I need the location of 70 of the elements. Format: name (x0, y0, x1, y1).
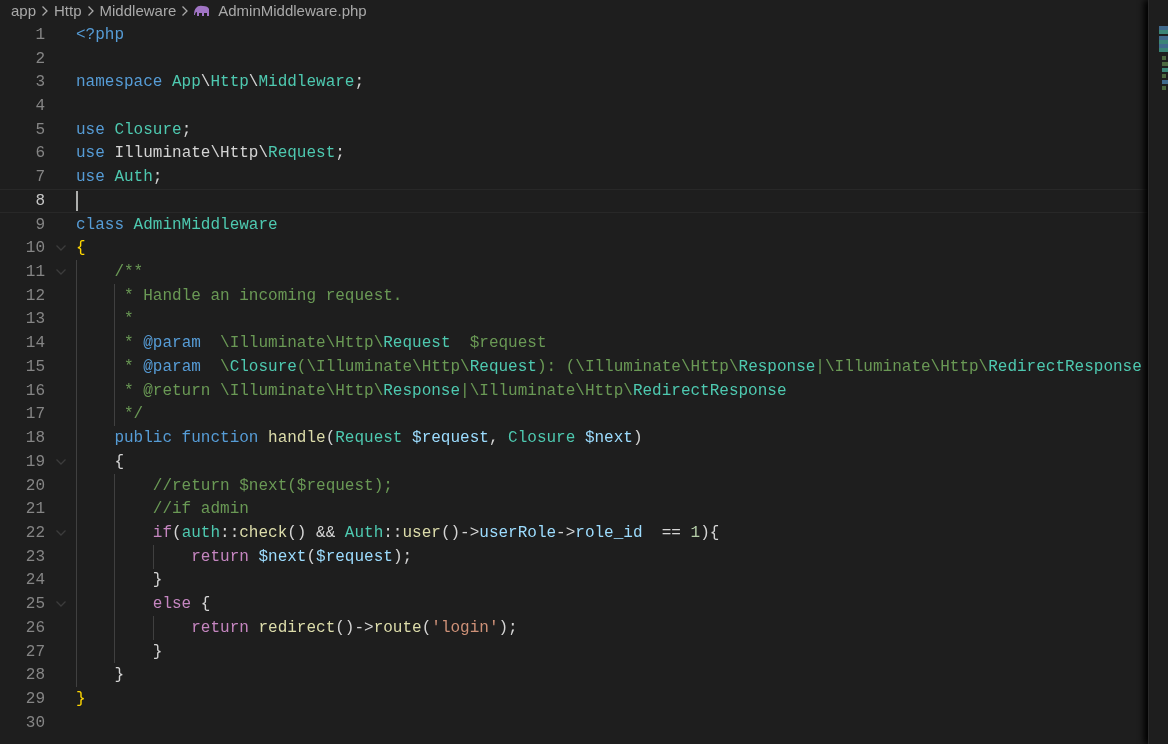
line-number: 1 (34, 24, 45, 46)
line-number: 28 (24, 665, 45, 687)
line-number: 2 (34, 48, 45, 70)
line-number: 18 (24, 428, 45, 450)
chevron-right-icon (41, 5, 50, 17)
code-line: * @param \Closure(\Illuminate\Http\Request): (\Illuminate\Http\Response|\Illuminate\Http\RedirectResponse (123, 356, 1142, 378)
breadcrumb-item[interactable]: Middleware (99, 0, 177, 23)
breadcrumb-item[interactable]: AdminMiddleware.php (218, 0, 367, 23)
code-line: use Illuminate\Http\Request; (76, 143, 345, 165)
line-number: 27 (24, 641, 45, 663)
line-number: 13 (24, 309, 45, 331)
chevron-down-icon[interactable] (54, 268, 67, 277)
line-number: 17 (24, 404, 45, 426)
line-number: 15 (24, 356, 45, 378)
line-number: 26 (24, 617, 45, 639)
code-line: else { (151, 594, 211, 616)
text-cursor (76, 191, 78, 211)
line-number: 19 (24, 451, 45, 473)
line-number: 8 (34, 190, 45, 212)
line-number: 30 (24, 712, 45, 734)
code-line: * @return \Illuminate\Http\Response|\Illuminate\Http\RedirectResponse (123, 380, 787, 402)
chevron-down-icon[interactable] (54, 528, 67, 537)
breadcrumb-item[interactable]: Http (54, 0, 82, 23)
code-line: } (151, 570, 163, 592)
line-number: 4 (34, 96, 45, 117)
breadcrumb-item[interactable]: app (11, 0, 37, 23)
code-line: } (151, 641, 163, 663)
code-line: return $next($request); (190, 546, 413, 568)
line-number: 14 (24, 333, 45, 355)
line-number: 12 (24, 285, 45, 307)
chevron-down-icon[interactable] (54, 600, 67, 609)
code-line: namespace App\Http\Middleware; (76, 72, 365, 94)
code-line: <?php (76, 24, 124, 46)
line-number: 16 (24, 380, 45, 402)
line-number: 23 (24, 546, 45, 568)
line-number: 20 (24, 475, 45, 497)
code-line: class AdminMiddleware (76, 214, 278, 236)
line-number: 3 (34, 72, 45, 94)
code-line: use Auth; (76, 167, 163, 189)
line-number: 24 (24, 570, 45, 592)
line-number: 22 (24, 522, 45, 544)
code-line: */ (123, 404, 144, 426)
chevron-down-icon[interactable] (54, 457, 67, 466)
code-line: } (113, 665, 124, 687)
line-number: 10 (24, 238, 45, 260)
code-line: public function handle(Request $request, Closure $next) (113, 428, 643, 450)
code-line: * (123, 309, 134, 331)
line-number: 21 (24, 499, 45, 521)
chevron-right-icon (86, 5, 95, 17)
code-line: //if admin (151, 499, 249, 521)
code-line: if(auth::check() && Auth::user()->userRole->role_id == 1){ (151, 522, 720, 544)
line-number: 7 (34, 167, 45, 189)
elephant-icon (194, 5, 212, 17)
code-line: //return $next($request); (151, 475, 393, 497)
line-number: 6 (34, 143, 45, 165)
line-number: 29 (24, 689, 45, 710)
code-line: } (76, 689, 86, 710)
code-line: * @param \Illuminate\Http\Request $request (123, 333, 547, 355)
line-number: 5 (34, 119, 45, 141)
line-number: 25 (24, 594, 45, 616)
code-line: { (76, 238, 86, 260)
code-line: /** (113, 262, 144, 284)
code-line: use Closure; (76, 119, 192, 141)
code-line: { (113, 451, 124, 473)
line-number: 9 (34, 214, 45, 236)
line-number: 11 (24, 262, 45, 284)
chevron-right-icon (181, 5, 190, 17)
chevron-down-icon[interactable] (54, 244, 67, 253)
code-line: return redirect()->route('login'); (190, 617, 518, 639)
code-line: * Handle an incoming request. (123, 285, 403, 307)
